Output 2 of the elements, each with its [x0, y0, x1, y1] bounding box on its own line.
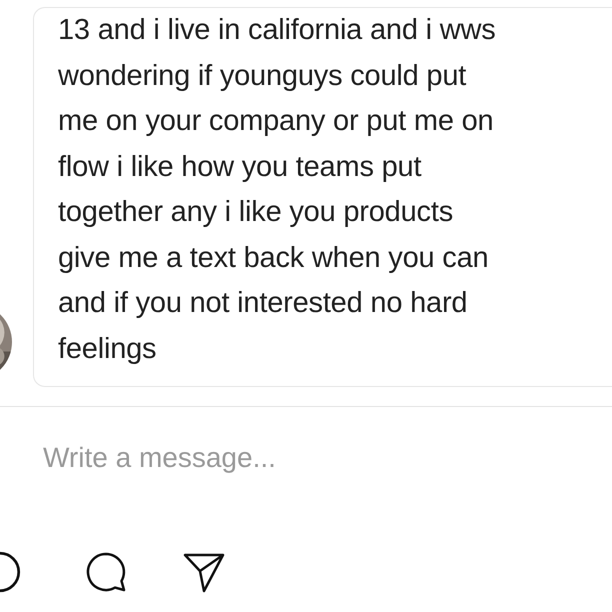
message-text: 13 and i live in california and i wws wondering if younguys could put me on your company or put me on flow i like how you teams put together any i like you products give me a text back when you can and if you not interested no hard feelings — [58, 13, 496, 366]
comment-icon[interactable] — [84, 550, 128, 594]
